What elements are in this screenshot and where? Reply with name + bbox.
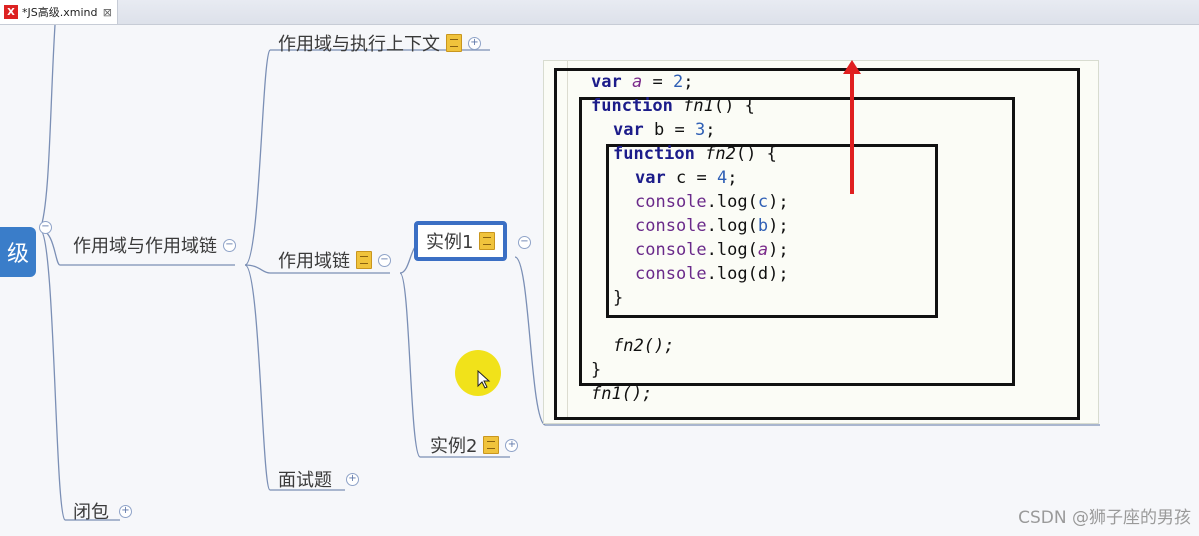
topic-scope-chain[interactable]: 作用域链 − [278,247,391,273]
code-line-9: console.log(d); [635,264,789,284]
topic-label: 实例1 [426,232,474,253]
watermark: CSDN @狮子座的男孩 [1018,508,1191,528]
topic-scope-and-scope-chain[interactable]: 作用域与作用域链 − [73,232,236,258]
topic-label: 作用域链 [278,251,350,272]
editor-tab-bar: X *JS高级.xmind ⊠ [0,0,1199,25]
topic-scope-and-exec-context[interactable]: 作用域与执行上下文 + [278,30,481,56]
file-tab-title: *JS高级.xmind [22,6,98,19]
root-topic-label: 级 [6,242,29,267]
topic-label: 实例2 [430,436,478,457]
mouse-pointer-icon [477,370,491,389]
collapse-toggle[interactable]: − [378,253,391,267]
topic-label: 作用域与执行上下文 [278,34,440,55]
up-arrow-icon [850,66,854,194]
code-line-13: fn1(); [591,384,653,404]
topic-label: 作用域与作用域链 [73,236,217,257]
code-line-4: function fn2() { [613,144,777,164]
topic-label: 闭包 [73,502,109,523]
topic-label: 面试题 [278,470,332,491]
topic-interview-questions[interactable]: 面试题 + [278,466,359,492]
code-line-11: fn2(); [613,336,675,356]
expand-toggle[interactable]: + [119,504,132,518]
root-collapse-toggle[interactable]: − [39,221,52,234]
file-tab[interactable]: X *JS高级.xmind ⊠ [0,0,118,24]
code-line-1: var a = 2; [591,72,694,92]
expand-toggle[interactable]: + [505,438,519,452]
code-line-5: var c = 4; [635,168,738,188]
code-line-8: console.log(a); [635,240,789,260]
root-topic[interactable]: 级 [0,227,36,277]
code-line-7: console.log(b); [635,216,789,236]
note-icon[interactable] [356,251,372,269]
close-tab-icon[interactable]: ⊠ [103,6,112,19]
code-line-10: } [613,288,624,308]
note-icon[interactable] [479,232,496,250]
expand-toggle[interactable]: + [468,36,481,50]
collapse-toggle[interactable]: − [223,238,236,252]
note-icon[interactable] [483,436,500,454]
code-line-6: console.log(c); [635,192,789,212]
xmind-file-icon: X [4,5,18,19]
expand-toggle[interactable]: + [346,472,359,486]
code-line-3: var b = 3; [613,120,716,140]
topic-closure[interactable]: 闭包 + [73,498,132,524]
note-icon[interactable] [446,34,462,52]
code-line-2: function fn1() { [591,96,755,116]
example1-collapse-toggle[interactable]: − [518,236,531,249]
code-line-12: } [591,360,602,380]
topic-example-1[interactable]: 实例1 [414,221,508,261]
topic-example-2[interactable]: 实例2 + [430,432,519,458]
